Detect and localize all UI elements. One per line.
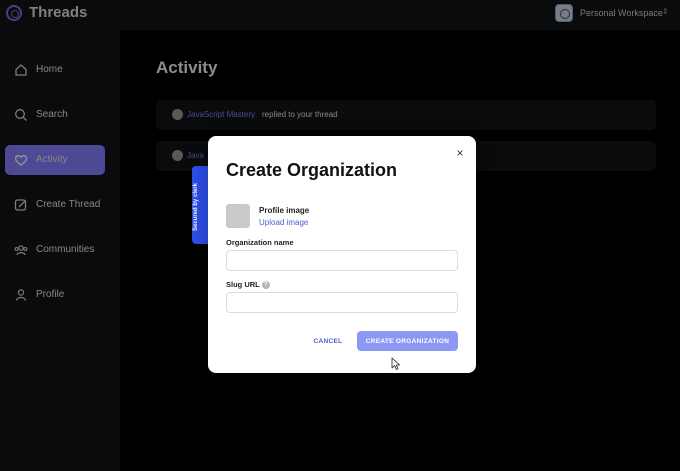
clerk-secured-badge[interactable]: Secured by clerk [192,166,208,244]
close-icon[interactable]: × [454,147,466,159]
clerk-badge-text: Secured by clerk [193,182,199,232]
create-organization-button[interactable]: CREATE ORGANIZATION [357,331,458,351]
cancel-button[interactable]: CANCEL [308,333,348,349]
modal-title: Create Organization [226,160,398,180]
organization-image-placeholder [226,204,250,228]
upload-image-link[interactable]: Upload image [259,218,308,227]
profile-image-label: Profile image [259,206,310,215]
slug-url-label: Slug URL? [226,280,270,290]
mouse-cursor-icon [391,357,400,370]
help-icon[interactable]: ? [261,281,270,290]
organization-name-input[interactable] [226,250,458,271]
create-organization-modal: × Create Organization Profile image Uplo… [208,136,476,373]
organization-name-label: Organization name [226,238,294,247]
slug-url-input[interactable] [226,292,458,313]
slug-url-label-text: Slug URL [226,280,260,289]
